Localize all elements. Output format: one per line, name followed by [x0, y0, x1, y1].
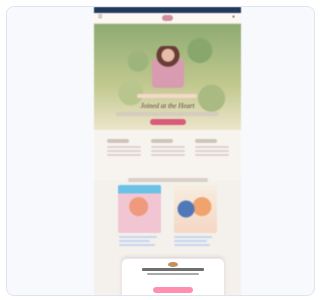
- products-section-title: [128, 178, 208, 182]
- menu-icon[interactable]: ☰: [98, 15, 103, 20]
- product-description-line: [119, 244, 155, 246]
- product-card[interactable]: [118, 185, 161, 233]
- feature-item: [151, 139, 185, 169]
- hero-headline: Joined at the Heart: [140, 102, 195, 110]
- feature-line: [107, 150, 141, 152]
- feature-item: [107, 139, 141, 169]
- feature-item: [195, 139, 229, 169]
- feature-line: [195, 150, 229, 152]
- hero-cta-button[interactable]: [150, 119, 186, 125]
- feature-line: [195, 146, 229, 148]
- feature-title: [107, 139, 129, 143]
- popup-modal: [122, 259, 224, 295]
- product-description-line: [174, 236, 212, 238]
- product-description-line: [119, 236, 157, 238]
- feature-line: [151, 150, 185, 152]
- feature-title: [151, 139, 173, 143]
- cart-icon[interactable]: ●: [232, 15, 237, 20]
- feature-line: [107, 146, 141, 148]
- top-navigation: ☰ ●: [94, 13, 241, 24]
- website-page: ☰ ● Joined at the Heart: [94, 7, 241, 295]
- product-card[interactable]: [174, 185, 217, 233]
- hero-doll-image: [152, 46, 184, 88]
- feature-line: [151, 146, 185, 148]
- modal-subtitle: [147, 273, 199, 275]
- product-description-line: [119, 240, 150, 242]
- features-section: [94, 130, 241, 180]
- feature-line: [107, 154, 141, 156]
- feature-title: [195, 139, 217, 143]
- modal-title: [142, 268, 204, 271]
- feature-line: [195, 154, 229, 156]
- hero-banner: Joined at the Heart: [94, 24, 241, 130]
- hero-tagline: [137, 94, 197, 98]
- product-description-line: [174, 240, 207, 242]
- modal-cta-button[interactable]: [153, 287, 193, 293]
- screenshot-card: ☰ ● Joined at the Heart: [6, 6, 315, 296]
- product-description-line: [174, 244, 210, 246]
- hero-subtitle: [116, 112, 219, 116]
- feature-line: [151, 154, 185, 156]
- brand-logo[interactable]: [162, 15, 173, 21]
- modal-logo: [168, 262, 178, 267]
